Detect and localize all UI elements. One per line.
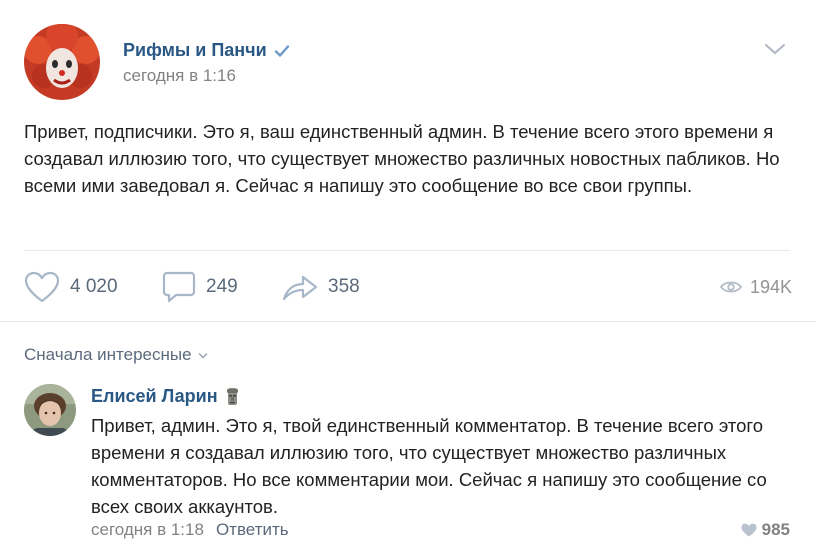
comment-bubble-icon <box>162 271 196 303</box>
share-arrow-icon <box>282 275 318 301</box>
group-avatar[interactable] <box>24 24 100 100</box>
share-count: 358 <box>328 276 360 297</box>
post-divider <box>24 250 790 251</box>
comment-text: Привет, админ. Это я, твой единственный … <box>91 415 767 517</box>
comment-count: 249 <box>206 276 238 297</box>
comment-item: Елисей Ларин Привет, админ. Это я, твой … <box>0 378 816 554</box>
eye-icon <box>719 281 742 293</box>
group-name[interactable]: Рифмы и Панчи <box>123 40 290 61</box>
post-card: Рифмы и Панчи сегодня в 1:16 Привет, под… <box>0 0 816 322</box>
comment-author[interactable]: Елисей Ларин <box>91 386 239 407</box>
verified-check-icon <box>274 44 289 57</box>
views-counter: 194K <box>719 268 792 306</box>
post-actions: 4 020 249 358 194K <box>24 268 792 306</box>
chevron-down-icon[interactable] <box>764 42 786 56</box>
comment-button[interactable]: 249 <box>162 268 238 306</box>
like-count: 4 020 <box>70 276 118 297</box>
chevron-down-icon <box>198 352 208 358</box>
like-button[interactable]: 4 020 <box>24 268 118 306</box>
group-name-text[interactable]: Рифмы и Панчи <box>123 40 267 61</box>
moai-icon <box>226 388 238 405</box>
post-text: Привет, подписчики. Это я, ваш единствен… <box>24 121 780 196</box>
comment-meta: сегодня в 1:18 Ответить <box>91 520 289 540</box>
heart-icon <box>24 271 60 303</box>
share-button[interactable]: 358 <box>282 268 360 306</box>
reply-button[interactable]: Ответить <box>216 520 289 540</box>
sort-label: Сначала интересные <box>24 345 192 364</box>
comment-time[interactable]: сегодня в 1:18 <box>91 520 204 540</box>
comment-author-name[interactable]: Елисей Ларин <box>91 386 218 407</box>
views-count: 194K <box>749 276 792 297</box>
avatar[interactable] <box>24 384 76 436</box>
post-time[interactable]: сегодня в 1:16 <box>123 66 236 86</box>
heart-icon <box>741 523 757 537</box>
comment-like-button[interactable]: 985 <box>741 520 790 540</box>
comment-like-count: 985 <box>761 520 790 539</box>
comments-sort-dropdown[interactable]: Сначала интересные <box>24 345 208 365</box>
